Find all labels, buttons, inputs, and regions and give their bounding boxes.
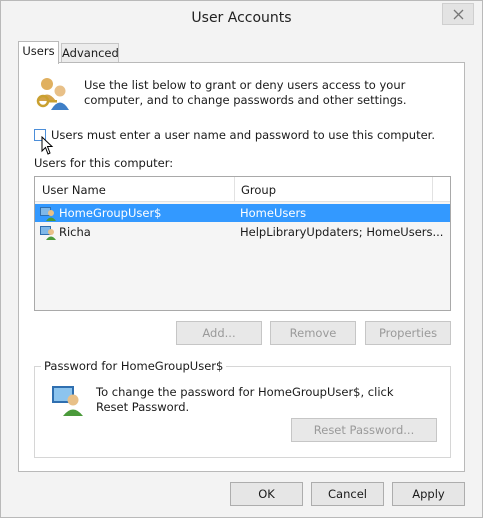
close-button[interactable] (442, 3, 474, 25)
group-cell: HelpLibraryUpdaters; HomeUsers... (240, 225, 444, 239)
window-title: User Accounts (191, 10, 292, 26)
intro-text: Use the list below to grant or deny user… (84, 78, 407, 107)
require-login-label[interactable]: Users must enter a user name and passwor… (51, 128, 435, 142)
user-icon (40, 207, 56, 221)
reset-password-button[interactable]: Reset Password... (291, 418, 437, 442)
password-info-text: To change the password for HomeGroupUser… (96, 385, 394, 414)
users-icon (36, 78, 69, 110)
password-group-title: Password for HomeGroupUser$ (41, 359, 227, 373)
users-list[interactable]: User Name Group HomeGroupUser$ HomeUsers (34, 176, 451, 311)
user-name-cell: Richa (59, 225, 91, 239)
remove-user-button[interactable]: Remove (270, 321, 356, 345)
users-tab-panel: Use the list below to grant or deny user… (18, 62, 465, 472)
properties-button[interactable]: Properties (365, 321, 451, 345)
close-icon (453, 9, 464, 20)
apply-button[interactable]: Apply (392, 482, 465, 506)
add-user-button[interactable]: Add... (176, 321, 262, 345)
column-separator[interactable] (432, 177, 433, 201)
user-accounts-window: User Accounts Users Advanced Use the lis… (0, 0, 483, 518)
user-icon (40, 226, 56, 240)
ok-button[interactable]: OK (230, 482, 303, 506)
column-header-user-name[interactable]: User Name (42, 183, 106, 197)
cancel-button[interactable]: Cancel (311, 482, 384, 506)
group-cell: HomeUsers (240, 206, 307, 220)
user-name-cell: HomeGroupUser$ (59, 206, 162, 220)
table-row[interactable]: HomeGroupUser$ HomeUsers (35, 204, 450, 222)
password-icon (52, 386, 83, 416)
tab-users[interactable]: Users (18, 41, 59, 64)
title-bar: User Accounts (1, 1, 482, 35)
table-row[interactable]: Richa HelpLibraryUpdaters; HomeUsers... (35, 223, 450, 241)
column-header-group[interactable]: Group (241, 183, 276, 197)
tab-advanced[interactable]: Advanced (61, 43, 119, 63)
users-list-label: Users for this computer: (34, 156, 174, 170)
users-list-header: User Name Group (35, 177, 450, 202)
column-separator[interactable] (234, 177, 235, 201)
